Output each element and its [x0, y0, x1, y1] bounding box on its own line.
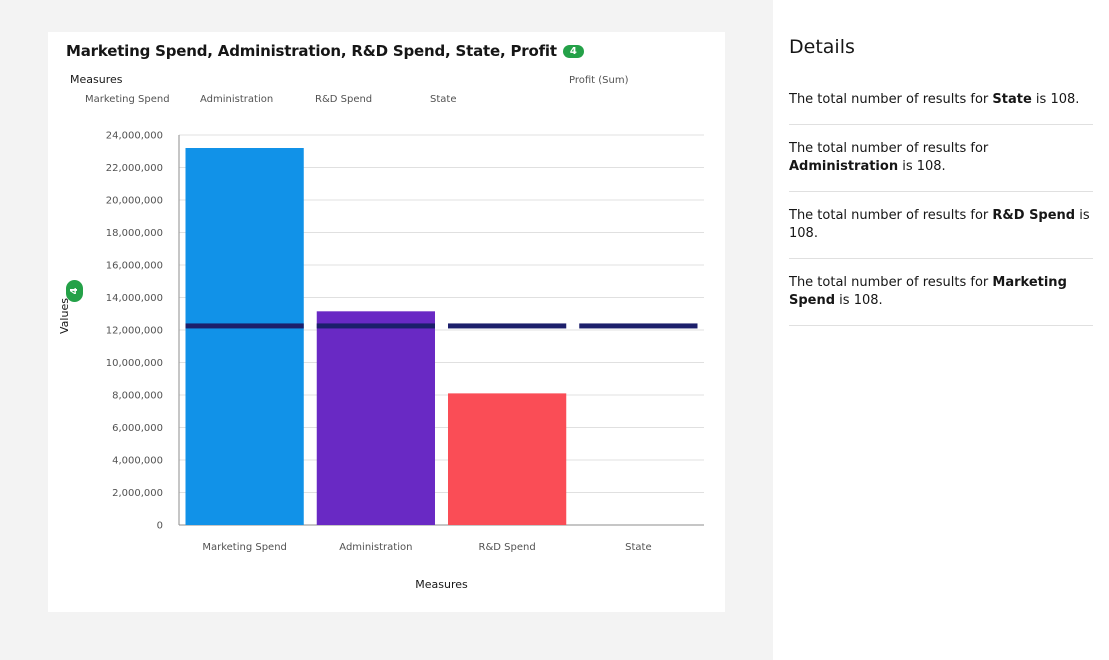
- bar-administration[interactable]: [316, 311, 435, 525]
- detail-field: State: [992, 92, 1032, 107]
- bar-r-d-spend[interactable]: [448, 393, 567, 525]
- detail-suffix: is 108.: [1031, 92, 1080, 107]
- y-tick-label: 6,000,000: [112, 423, 163, 434]
- details-title: Details: [789, 36, 855, 58]
- profit-line-segment[interactable]: [579, 323, 698, 329]
- chart-plot: 0 2,000,000 4,000,000 6,000,000 8,000,000 10,…: [106, 131, 704, 553]
- detail-suffix: is 108.: [835, 293, 883, 308]
- x-tick-label: Marketing Spend: [202, 542, 287, 553]
- y-tick-label: 0: [157, 521, 163, 532]
- detail-item-marketing-spend: The total number of results for Marketin…: [789, 259, 1093, 326]
- y-tick-label: 10,000,000: [106, 358, 163, 369]
- detail-prefix: The total number of results for: [789, 141, 989, 156]
- profit-line-segment[interactable]: [448, 323, 567, 329]
- bar-marketing-spend[interactable]: [185, 148, 304, 525]
- x-axis-title: Measures: [415, 578, 468, 591]
- detail-item-state: The total number of results for State is…: [789, 76, 1093, 125]
- chart-card: Marketing Spend, Administration, R&D Spe…: [48, 32, 725, 612]
- detail-prefix: The total number of results for: [789, 208, 993, 223]
- y-tick-label: 18,000,000: [106, 228, 163, 239]
- y-tick-label: 22,000,000: [106, 163, 163, 174]
- detail-suffix: is 108.: [898, 159, 946, 174]
- y-tick-label: 14,000,000: [106, 293, 163, 304]
- y-tick-label: 20,000,000: [106, 196, 163, 207]
- x-tick-label: State: [625, 542, 651, 553]
- y-tick-label: 24,000,000: [106, 131, 163, 142]
- y-tick-label: 8,000,000: [112, 391, 163, 402]
- detail-item-rd-spend: The total number of results for R&D Spen…: [789, 192, 1093, 259]
- profit-line-segment[interactable]: [185, 323, 304, 329]
- detail-prefix: The total number of results for: [789, 275, 993, 290]
- details-panel: Details The total number of results for …: [773, 0, 1109, 660]
- profit-line-segment[interactable]: [316, 323, 435, 329]
- detail-item-administration: The total number of results for Administ…: [789, 125, 1093, 192]
- details-list: The total number of results for State is…: [789, 76, 1093, 326]
- y-tick-label: 16,000,000: [106, 261, 163, 272]
- y-tick-label: 4,000,000: [112, 456, 163, 467]
- detail-field: Administration: [789, 159, 899, 174]
- y-tick-label: 2,000,000: [112, 488, 163, 499]
- detail-field: R&D Spend: [992, 208, 1076, 223]
- detail-prefix: The total number of results for: [789, 92, 993, 107]
- y-tick-label: 12,000,000: [106, 326, 163, 337]
- x-tick-label: Administration: [339, 542, 412, 553]
- x-tick-label: R&D Spend: [479, 542, 536, 553]
